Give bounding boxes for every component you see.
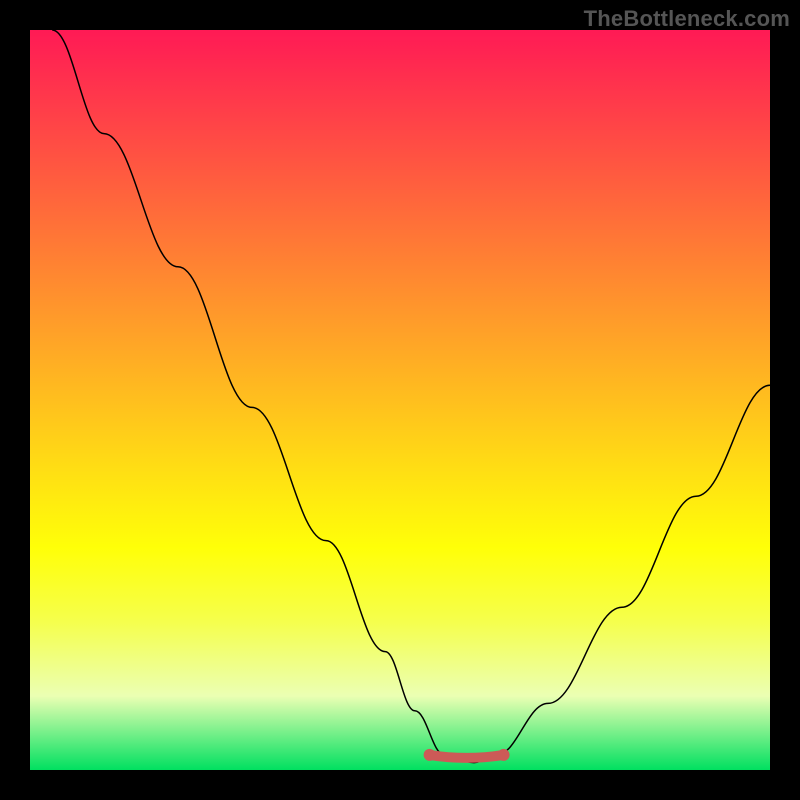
bottleneck-curve <box>52 30 770 763</box>
curve-svg <box>30 30 770 770</box>
chart-container: TheBottleneck.com <box>0 0 800 800</box>
optimal-range-start-dot <box>424 749 436 761</box>
optimal-range-end-dot <box>498 749 510 761</box>
watermark-text: TheBottleneck.com <box>584 6 790 32</box>
optimal-range-marker <box>430 755 504 758</box>
plot-area <box>30 30 770 770</box>
